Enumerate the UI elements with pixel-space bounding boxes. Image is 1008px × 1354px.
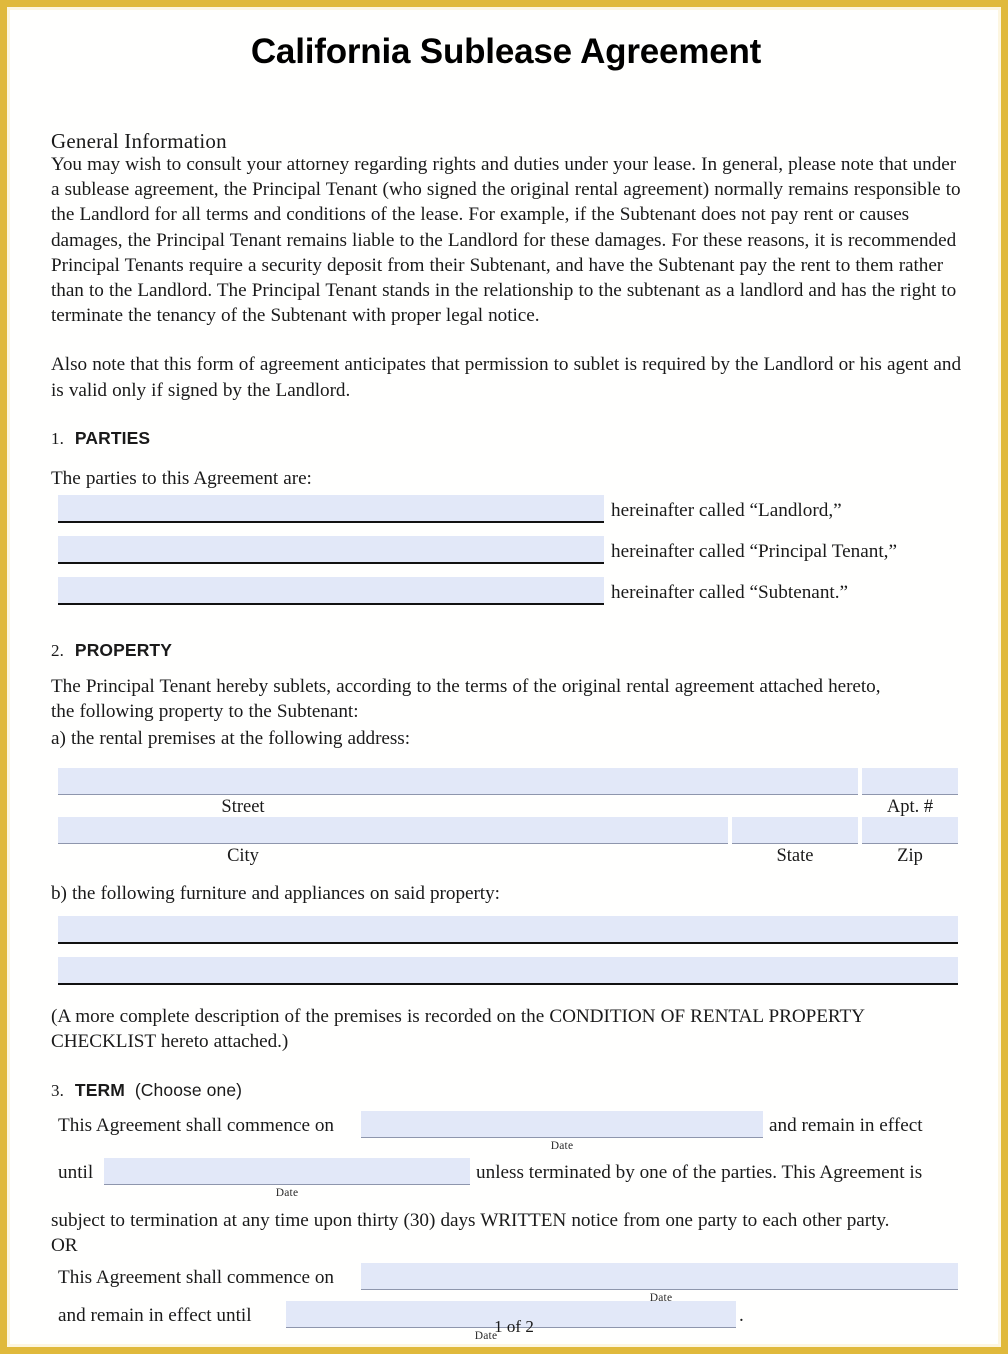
- general-information-paragraph-1: You may wish to consult your attorney re…: [51, 154, 961, 327]
- subtenant-suffix-label: hereinafter called “Subtenant.”: [611, 582, 849, 604]
- term-option2-text-a: This Agreement shall commence on: [58, 1266, 335, 1288]
- section-number-term: 3.: [51, 1081, 64, 1101]
- term-option1-commence-date-field[interactable]: [361, 1111, 763, 1139]
- page-title: California Sublease Agreement: [250, 32, 762, 71]
- term-option1-text-e: subject to termination at any time upon …: [51, 1210, 890, 1232]
- section-number-property: 2.: [51, 641, 64, 661]
- zip-label: Zip: [897, 845, 923, 866]
- section-title-term: TERM: [74, 1080, 125, 1101]
- property-checklist-note: (A more complete description of the prem…: [51, 1005, 865, 1053]
- section-heading-property: 2. PROPERTY: [51, 640, 961, 661]
- term-option1-until-date-field[interactable]: [104, 1158, 470, 1186]
- term-option1-line-1: This Agreement shall commence on and rem…: [51, 1111, 961, 1152]
- furniture-field-1[interactable]: [58, 915, 958, 944]
- address-row-street: Street Apt. #: [51, 767, 961, 817]
- term-option1-text-d: unless terminated by one of the parties.…: [476, 1162, 923, 1184]
- street-field[interactable]: [58, 767, 858, 795]
- section-title-property: PROPERTY: [74, 640, 172, 661]
- section-title-parties: PARTIES: [74, 427, 151, 448]
- principal-tenant-suffix-label: hereinafter called “Principal Tenant,”: [611, 541, 897, 563]
- landlord-name-field[interactable]: [58, 495, 604, 524]
- address-row-city: City State Zip: [51, 816, 961, 866]
- principal-tenant-name-field[interactable]: [58, 536, 604, 565]
- term-or-label: OR: [51, 1235, 78, 1257]
- furniture-row-2: [51, 956, 961, 998]
- state-field[interactable]: [732, 816, 858, 844]
- parties-line-principal-tenant: hereinafter called “Principal Tenant,”: [51, 536, 961, 577]
- term-option1-date1-caption: Date: [550, 1140, 574, 1153]
- section-heading-term: 3. TERM (Choose one): [51, 1080, 961, 1101]
- section-title-term-suffix: (Choose one): [134, 1080, 243, 1101]
- furniture-row-1: [51, 915, 961, 957]
- term-option2-line-1: This Agreement shall commence on Date: [51, 1262, 961, 1304]
- term-option2-commence-date-field[interactable]: [361, 1262, 958, 1290]
- property-intro: The Principal Tenant hereby sublets, acc…: [51, 676, 881, 723]
- page-inner-frame: California Sublease Agreement General In…: [7, 7, 1001, 1347]
- term-option1-line-2: until unless terminated by one of the pa…: [51, 1158, 961, 1199]
- property-item-b: b) the following furniture and appliance…: [51, 882, 500, 904]
- section-number-parties: 1.: [51, 428, 64, 448]
- state-label: State: [776, 845, 814, 866]
- subtenant-name-field[interactable]: [58, 577, 604, 606]
- general-information-paragraph-2: Also note that this form of agreement an…: [51, 354, 961, 401]
- section-heading-parties: 1. PARTIES: [51, 428, 961, 449]
- landlord-suffix-label: hereinafter called “Landlord,”: [611, 500, 842, 522]
- term-option1-text-a: This Agreement shall commence on: [58, 1115, 335, 1137]
- parties-intro: The parties to this Agreement are:: [51, 467, 312, 489]
- page-footer: 1 of 2: [494, 1317, 534, 1336]
- city-label: City: [227, 845, 259, 866]
- term-option1-text-c: until: [58, 1162, 94, 1184]
- term-option1-date2-caption: Date: [275, 1187, 299, 1200]
- apt-number-field[interactable]: [862, 767, 958, 795]
- street-label: Street: [221, 796, 265, 817]
- parties-line-landlord: hereinafter called “Landlord,”: [51, 495, 961, 536]
- furniture-field-2[interactable]: [58, 956, 958, 985]
- general-information-heading: General Information: [51, 129, 227, 153]
- document-content: California Sublease Agreement General In…: [51, 10, 961, 1347]
- apt-number-label: Apt. #: [886, 796, 934, 817]
- term-option1-text-b: and remain in effect: [769, 1115, 923, 1137]
- city-field[interactable]: [58, 816, 728, 844]
- property-item-a: a) the rental premises at the following …: [51, 728, 410, 750]
- parties-line-subtenant: hereinafter called “Subtenant.”: [51, 577, 961, 618]
- document-page: California Sublease Agreement General In…: [0, 0, 1008, 1354]
- zip-field[interactable]: [862, 816, 958, 844]
